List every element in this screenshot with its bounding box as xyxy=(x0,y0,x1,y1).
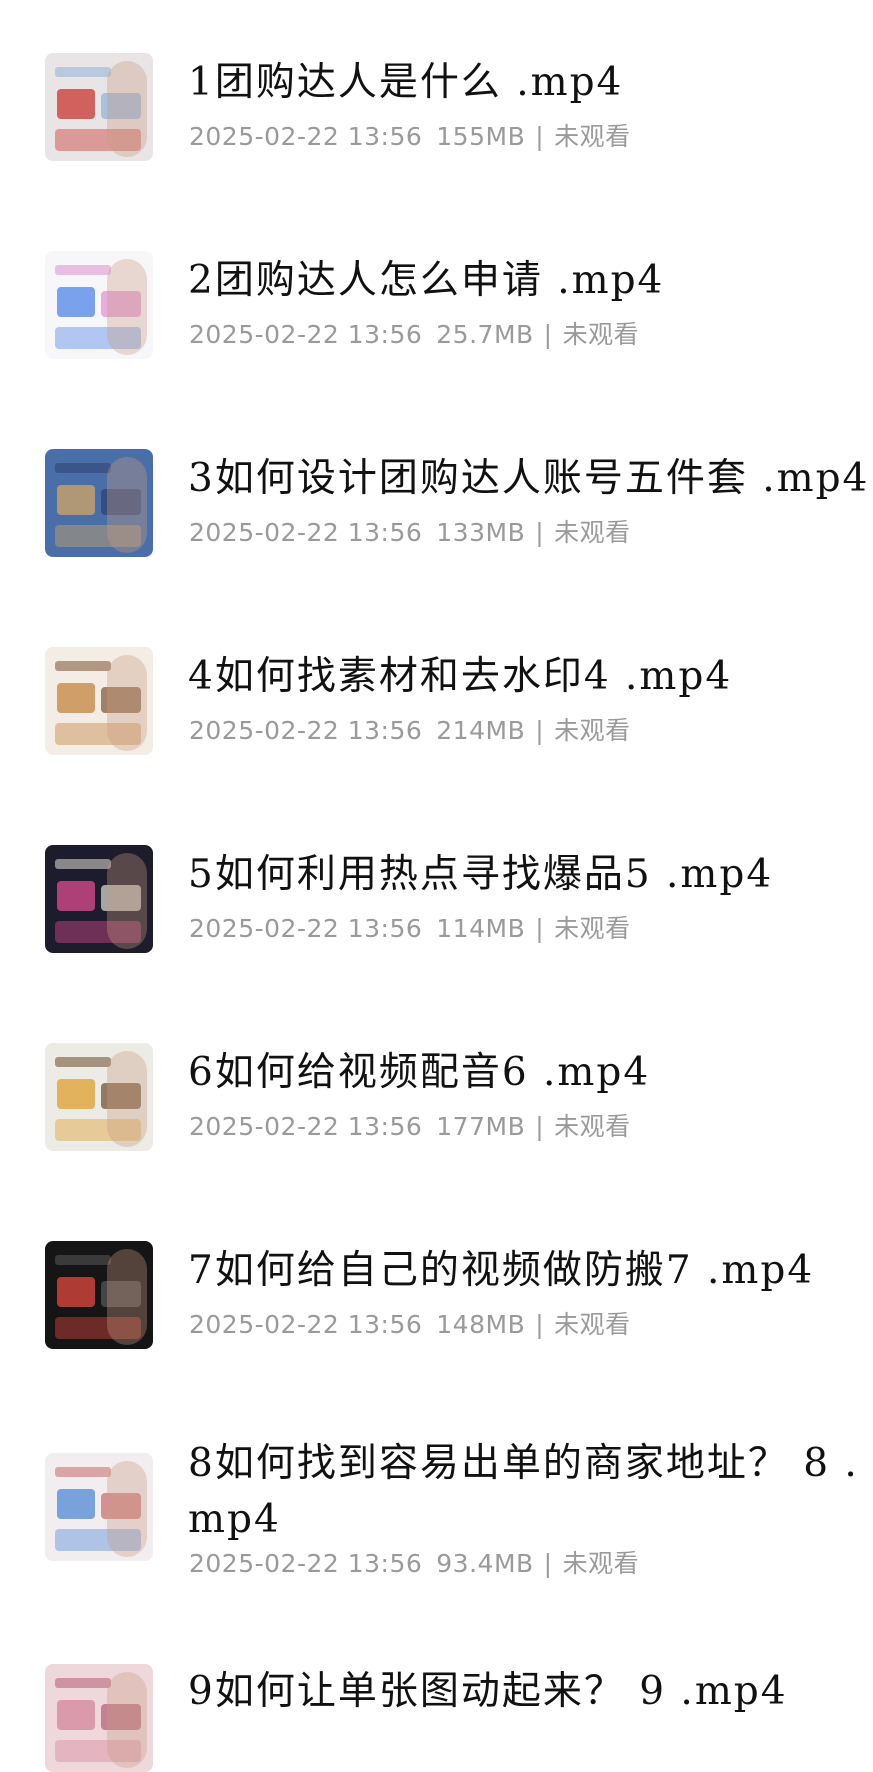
thumbnail-shape xyxy=(107,259,147,355)
video-size: 214MB xyxy=(436,716,526,745)
video-thumbnail xyxy=(45,1664,153,1772)
thumbnail-shape xyxy=(55,1255,111,1265)
watch-status: 未观看 xyxy=(554,122,631,151)
thumbnail-shape xyxy=(107,1249,147,1345)
thumbnail-shape xyxy=(55,1467,111,1477)
thumbnail-shape xyxy=(107,655,147,751)
video-title: 3如何设计团购达人账号五件套 .mp4 xyxy=(188,456,870,501)
video-thumbnail xyxy=(45,647,153,755)
video-date: 2025-02-22 13:56 xyxy=(189,1112,423,1141)
thumbnail-shape xyxy=(55,1057,111,1067)
video-size: 114MB xyxy=(436,914,526,943)
thumbnail-shape xyxy=(107,853,147,949)
meta-separator: | xyxy=(535,914,545,943)
video-size: 177MB xyxy=(436,1112,526,1141)
video-title: 5如何利用热点寻找爆品5 .mp4 xyxy=(188,852,774,897)
video-size: 133MB xyxy=(436,518,526,547)
video-title: 8如何找到容易出单的商家地址？ 8 .mp4 xyxy=(188,1441,859,1542)
video-meta: 2025-02-22 13:56 93.4MB | 未观看 xyxy=(189,1548,639,1580)
thumbnail-shape xyxy=(57,89,95,119)
watch-status: 未观看 xyxy=(562,1549,640,1578)
video-title: 9如何让单张图动起来？ 9 .mp4 xyxy=(188,1669,788,1714)
video-size: 25.7MB xyxy=(436,320,534,349)
thumbnail-shape xyxy=(107,1461,147,1557)
video-title: 6如何给视频配音6 .mp4 xyxy=(188,1050,651,1095)
video-meta: 2025-02-22 13:56 25.7MB | 未观看 xyxy=(189,319,639,351)
video-title: 2团购达人怎么申请 .mp4 xyxy=(188,258,665,303)
thumbnail-shape xyxy=(57,1489,95,1519)
thumbnail-shape xyxy=(55,1678,111,1688)
video-date: 2025-02-22 13:56 xyxy=(189,716,423,745)
thumbnail-shape xyxy=(57,1079,95,1109)
video-date: 2025-02-22 13:56 xyxy=(189,320,423,349)
video-thumbnail xyxy=(45,1241,153,1349)
thumbnail-shape xyxy=(57,485,95,515)
video-size: 148MB xyxy=(436,1310,526,1339)
video-meta: 2025-02-22 13:56 177MB | 未观看 xyxy=(189,1111,631,1143)
thumbnail-shape xyxy=(107,61,147,157)
watch-status: 未观看 xyxy=(554,1112,631,1141)
meta-separator: | xyxy=(535,122,545,151)
meta-separator: | xyxy=(543,1549,553,1578)
meta-separator: | xyxy=(535,716,545,745)
video-meta: 2025-02-22 13:56 214MB | 未观看 xyxy=(189,715,631,747)
thumbnail-shape xyxy=(107,1672,147,1768)
video-meta: 2025-02-22 13:56 114MB | 未观看 xyxy=(189,913,631,945)
video-thumbnail xyxy=(45,1043,153,1151)
video-size: 155MB xyxy=(436,122,526,151)
watch-status: 未观看 xyxy=(554,716,631,745)
thumbnail-shape xyxy=(107,457,147,553)
video-thumbnail xyxy=(45,53,153,161)
thumbnail-shape xyxy=(57,881,95,911)
video-date: 2025-02-22 13:56 xyxy=(189,1310,423,1339)
meta-separator: | xyxy=(543,320,553,349)
thumbnail-shape xyxy=(57,1700,95,1730)
watch-status: 未观看 xyxy=(554,518,631,547)
thumbnail-shape xyxy=(55,661,111,671)
thumbnail-shape xyxy=(55,265,111,275)
thumbnail-shape xyxy=(57,287,95,317)
thumbnail-shape xyxy=(55,859,111,869)
video-meta: 2025-02-22 13:56 133MB | 未观看 xyxy=(189,517,631,549)
thumbnail-shape xyxy=(107,1051,147,1147)
watch-status: 未观看 xyxy=(554,914,631,943)
video-date: 2025-02-22 13:56 xyxy=(189,914,423,943)
thumbnail-shape xyxy=(57,683,95,713)
meta-separator: | xyxy=(535,518,545,547)
video-size: 93.4MB xyxy=(436,1549,534,1578)
meta-separator: | xyxy=(535,1112,545,1141)
video-meta: 2025-02-22 13:56 155MB | 未观看 xyxy=(189,121,631,153)
thumbnail-shape xyxy=(57,1277,95,1307)
video-thumbnail xyxy=(45,1453,153,1561)
video-date: 2025-02-22 13:56 xyxy=(189,518,423,547)
watch-status: 未观看 xyxy=(554,1310,631,1339)
video-thumbnail xyxy=(45,251,153,359)
video-meta: 2025-02-22 13:56 148MB | 未观看 xyxy=(189,1309,631,1341)
video-title: 7如何给自己的视频做防搬7 .mp4 xyxy=(188,1248,815,1293)
video-thumbnail xyxy=(45,845,153,953)
meta-separator: | xyxy=(535,1310,545,1339)
watch-status: 未观看 xyxy=(562,320,640,349)
thumbnail-shape xyxy=(55,463,111,473)
video-date: 2025-02-22 13:56 xyxy=(189,1549,423,1578)
thumbnail-shape xyxy=(55,67,111,77)
video-date: 2025-02-22 13:56 xyxy=(189,122,423,151)
video-title: 1团购达人是什么 .mp4 xyxy=(188,60,624,105)
video-title: 4如何找素材和去水印4 .mp4 xyxy=(188,654,733,699)
video-thumbnail xyxy=(45,449,153,557)
